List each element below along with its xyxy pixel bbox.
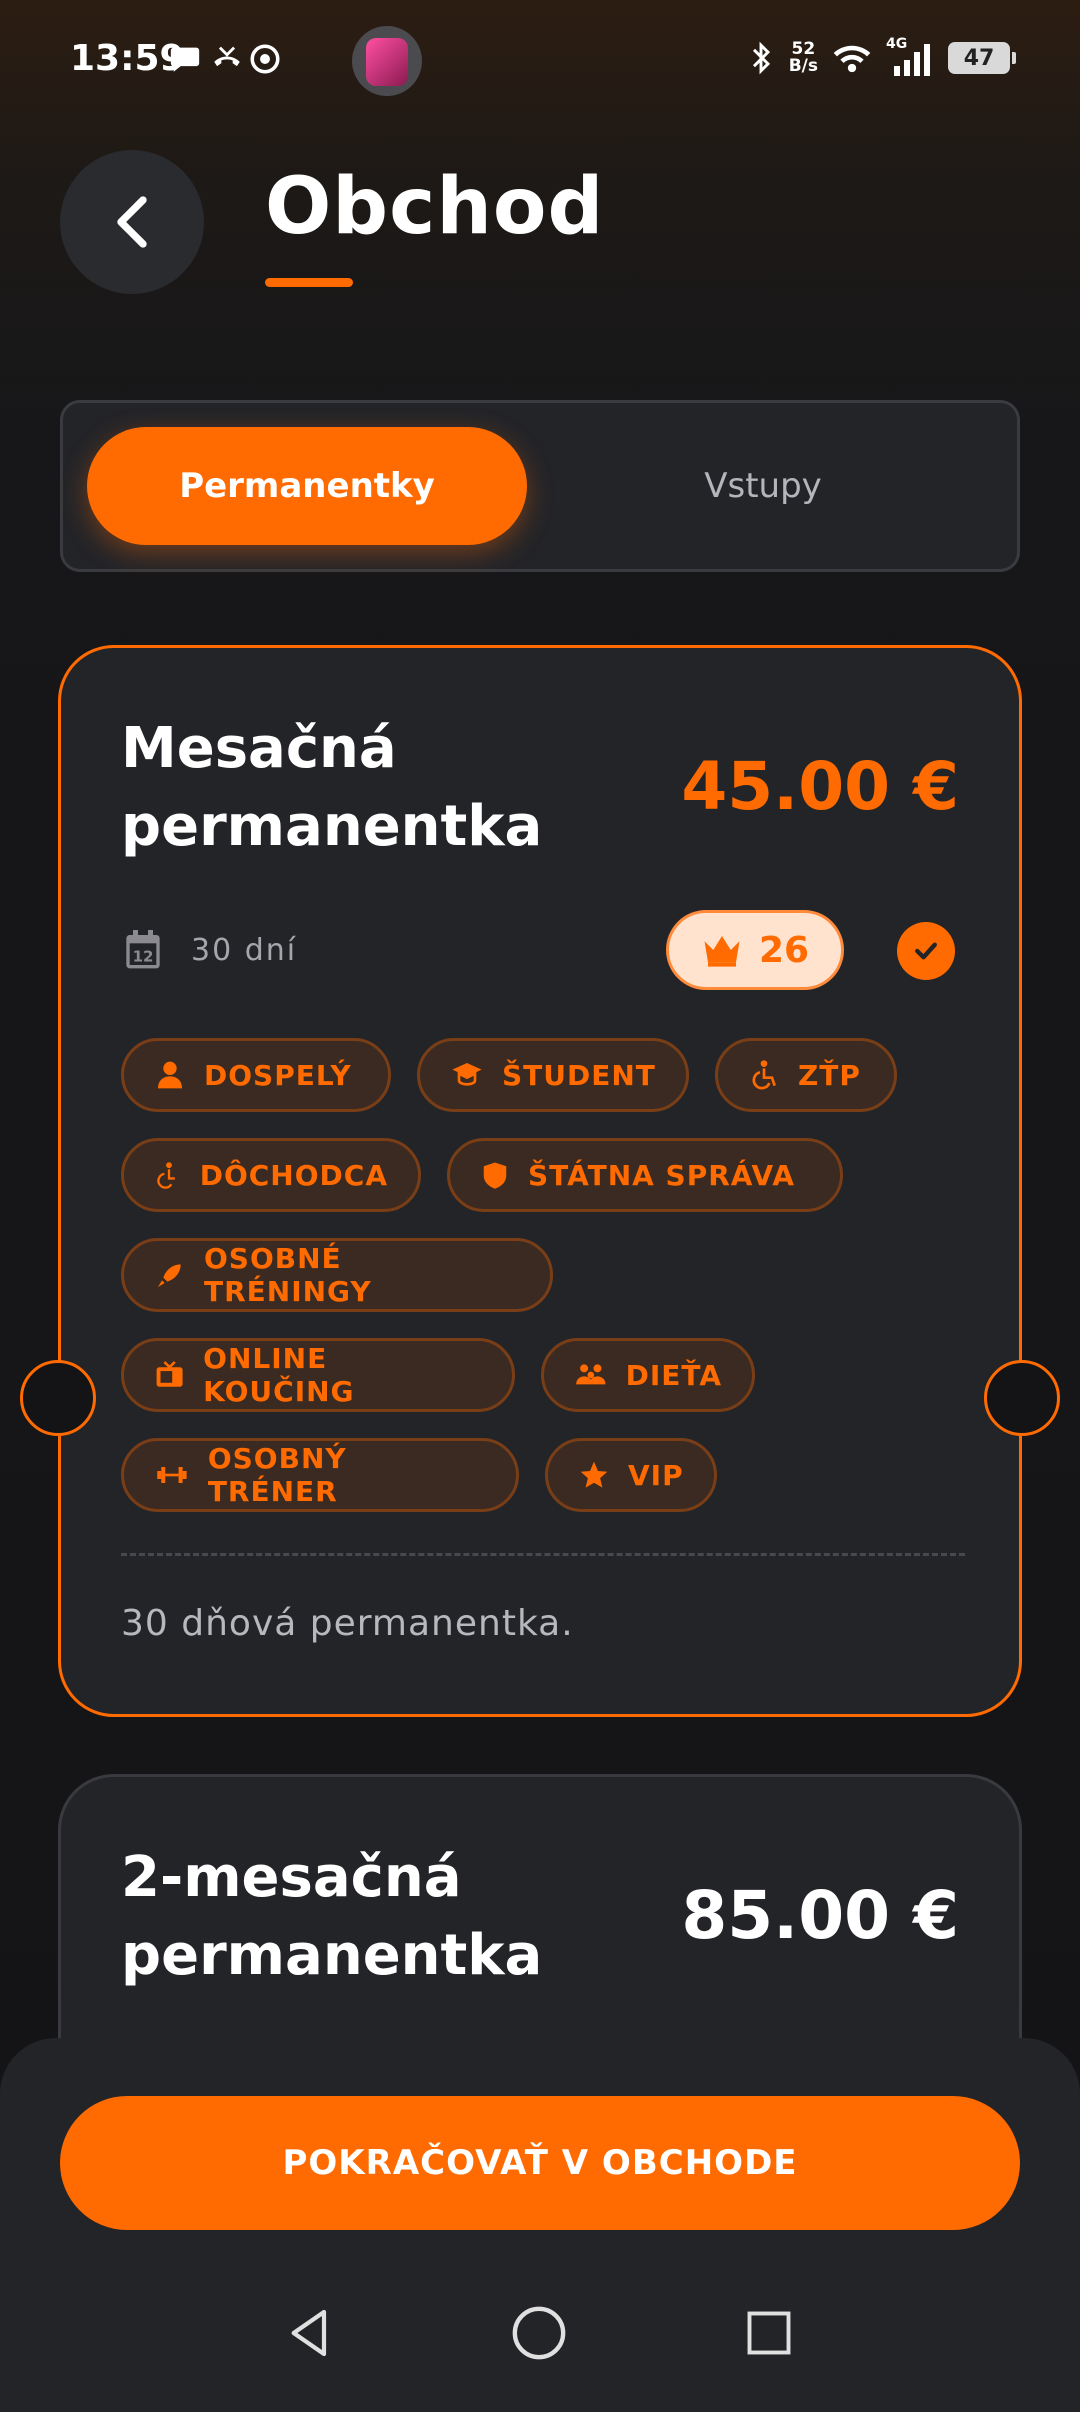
back-button[interactable] — [60, 150, 204, 294]
focus-icon — [250, 44, 280, 74]
card-notch-left — [20, 1360, 96, 1436]
tag-ztp: ZŤP — [715, 1038, 897, 1112]
wheelchair-icon — [752, 1060, 776, 1090]
graduation-cap-icon — [452, 1063, 482, 1086]
tv-icon — [156, 1361, 183, 1387]
nav-back-button[interactable] — [265, 2288, 355, 2378]
pass-name: 2-mesačná permanentka — [121, 1845, 543, 1988]
star-icon — [580, 1461, 608, 1488]
shield-icon — [483, 1162, 507, 1189]
battery-icon: 47 — [948, 42, 1016, 74]
circle-home-icon — [512, 2306, 566, 2360]
tag-statna-sprava: ŠTÁTNA SPRÁVA — [447, 1138, 843, 1212]
tag-dochodca: DÔCHODCA — [121, 1138, 421, 1212]
nav-recents-button[interactable] — [724, 2288, 814, 2378]
senior-icon — [157, 1162, 175, 1189]
svg-text:12: 12 — [133, 948, 154, 966]
chat-bubble-icon — [170, 47, 200, 72]
person-icon — [158, 1061, 182, 1089]
crown-icon — [704, 936, 740, 967]
tag-list: DOSPELÝ ŠTUDENT ZŤP DÔCHODCA ŠTÁTNA SPRÁ… — [121, 1038, 981, 1538]
pass-card[interactable]: Mesačná permanentka 45.00 € 12 30 dní 26 — [20, 645, 1060, 1717]
tag-online-koucing: ONLINE KOUČING — [121, 1338, 515, 1412]
tag-dospely: DOSPELÝ — [121, 1038, 391, 1112]
selected-check-icon[interactable] — [897, 922, 955, 980]
title-underline — [265, 278, 353, 287]
bottom-sheet: POKRAČOVAŤ V OBCHODE — [0, 2038, 1080, 2412]
duration-text: 30 dní — [191, 932, 298, 968]
avatar — [352, 26, 422, 96]
calendar-icon: 12 — [126, 930, 160, 969]
tag-osobne-treningy: OSOBNÉ TRÉNINGY — [121, 1238, 553, 1312]
family-icon — [576, 1364, 606, 1385]
tag-vip: VIP — [545, 1438, 717, 1512]
pass-price: 45.00 € — [681, 748, 959, 825]
square-recents-icon — [747, 2311, 791, 2355]
tab-vstupy[interactable]: Vstupy — [543, 427, 983, 545]
tag-dieta: DIEŤA — [541, 1338, 755, 1412]
tag-osobny-trener: OSOBNÝ TRÉNER — [121, 1438, 519, 1512]
chevron-left-icon — [117, 196, 147, 248]
divider — [121, 1553, 965, 1556]
nav-home-button[interactable] — [494, 2288, 584, 2378]
tab-bar: Permanentky Vstupy — [60, 400, 1020, 572]
pass-price: 85.00 € — [681, 1877, 959, 1954]
tab-permanentky[interactable]: Permanentky — [87, 427, 527, 545]
rocket-icon — [157, 1264, 181, 1287]
pass-name: Mesačná permanentka — [121, 716, 543, 859]
triangle-back-icon — [291, 2309, 327, 2357]
net-speed: 52 B/s — [788, 39, 818, 76]
shop-screen: 13:59 52 B/s 4G 47 Obchod Permanentky Vs… — [0, 0, 1080, 2412]
page-title: Obchod — [265, 162, 605, 252]
tag-student: ŠTUDENT — [417, 1038, 689, 1112]
credits-badge: 26 — [666, 910, 844, 990]
checkmark-icon — [915, 942, 937, 960]
cell-signal-icon: 4G — [886, 36, 934, 76]
status-right: 52 B/s 4G 47 — [747, 36, 1016, 78]
system-nav-bar — [0, 2288, 1080, 2398]
duration-row: 12 30 dní — [123, 928, 297, 972]
pass-description: 30 dňová permanentka. — [121, 1603, 574, 1644]
dumbbell-icon — [157, 1467, 187, 1483]
card-notch-right — [984, 1360, 1060, 1436]
credits-value: 26 — [758, 929, 810, 971]
bluetooth-icon — [752, 41, 770, 75]
status-bar: 13:59 52 B/s 4G 47 — [0, 0, 1080, 120]
continue-shopping-button[interactable]: POKRAČOVAŤ V OBCHODE — [60, 2096, 1020, 2230]
wifi-icon — [833, 45, 871, 73]
missed-call-icon — [214, 46, 240, 67]
